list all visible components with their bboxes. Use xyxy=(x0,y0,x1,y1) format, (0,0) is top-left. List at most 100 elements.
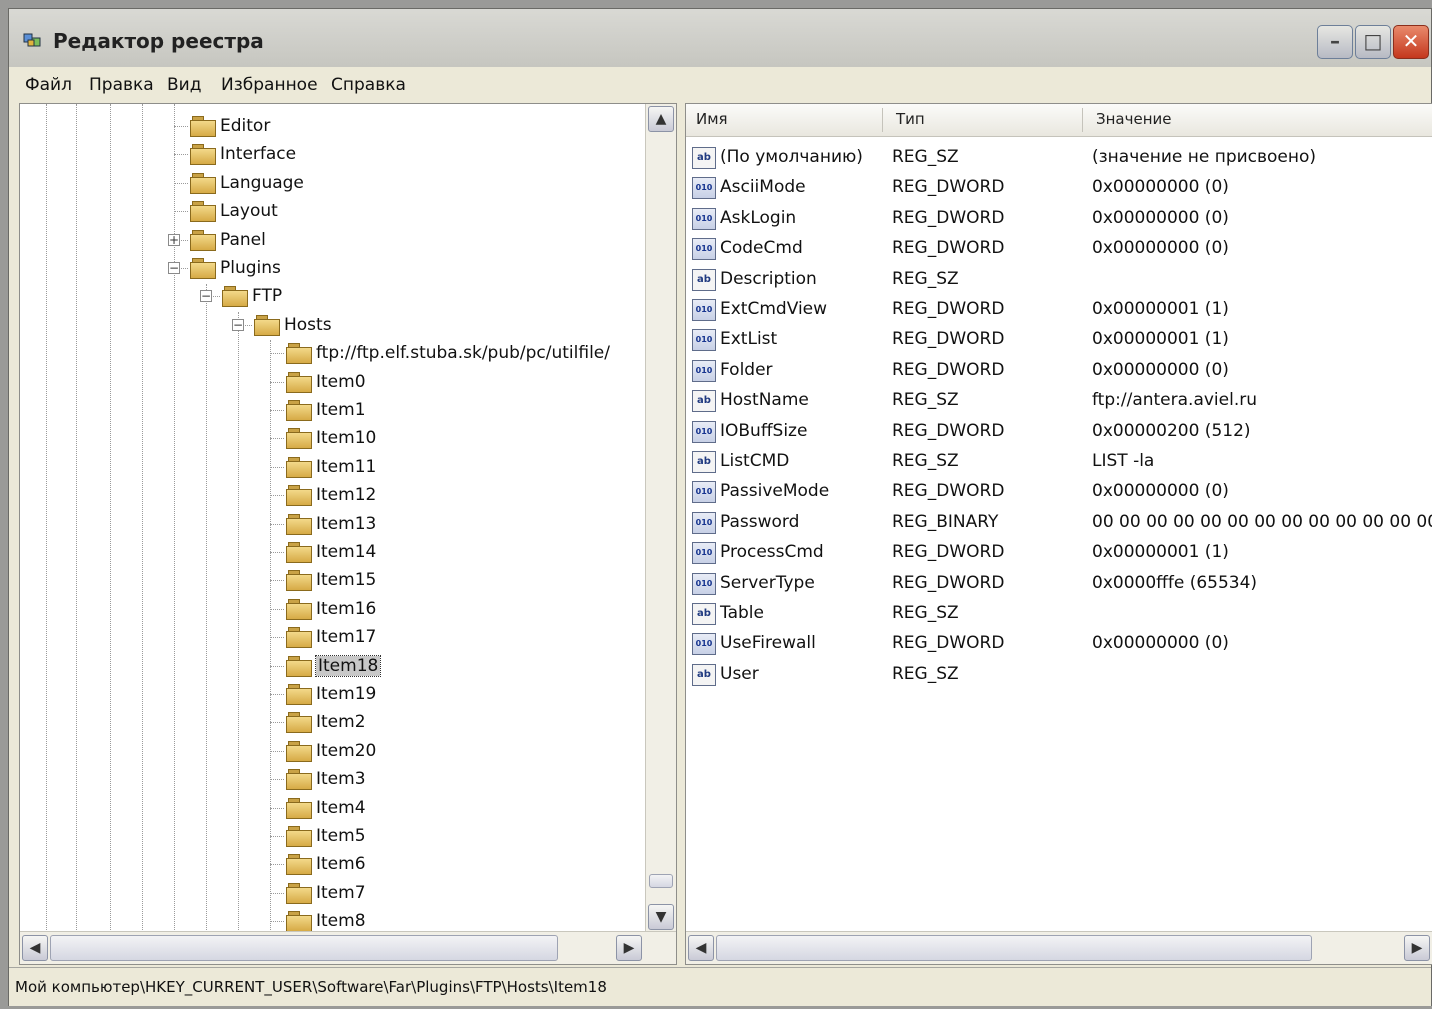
scroll-down-button[interactable]: ▼ xyxy=(648,904,674,930)
column-divider[interactable] xyxy=(882,108,883,132)
tree-item[interactable]: Editor xyxy=(190,112,270,140)
tree-item[interactable]: Item12 xyxy=(286,481,376,509)
folder-icon xyxy=(286,542,312,563)
tree-item[interactable]: Layout xyxy=(190,197,278,225)
scroll-right-button[interactable]: ▶ xyxy=(1404,935,1430,961)
tree-item[interactable]: Item4 xyxy=(286,794,366,822)
values-horizontal-scroll-thumb[interactable] xyxy=(716,935,1312,961)
tree-item[interactable]: Panel xyxy=(190,226,266,254)
chevron-up-icon: ▲ xyxy=(655,111,667,127)
expand-icon[interactable]: + xyxy=(168,233,180,246)
scroll-left-button[interactable]: ◀ xyxy=(22,935,48,961)
folder-icon xyxy=(286,826,312,847)
menu-edit[interactable]: Правка xyxy=(89,75,154,95)
value-row[interactable]: 010 ExtCmdView REG_DWORD 0x00000001 (1) xyxy=(686,296,1432,326)
values-horizontal-scrollbar[interactable]: ◀ ▶ xyxy=(686,931,1432,964)
value-row[interactable]: ab ListCMD REG_SZ LIST -la xyxy=(686,448,1432,478)
tree-item[interactable]: Hosts xyxy=(254,311,332,339)
value-data: 0x00000000 (0) xyxy=(1092,207,1229,228)
column-header-name[interactable]: Имя xyxy=(696,110,728,128)
tree-vertical-scroll-thumb[interactable] xyxy=(649,874,673,888)
value-row[interactable]: 010 IOBuffSize REG_DWORD 0x00000200 (512) xyxy=(686,418,1432,448)
value-row[interactable]: 010 CodeCmd REG_DWORD 0x00000000 (0) xyxy=(686,235,1432,265)
value-type: REG_DWORD xyxy=(892,572,1005,593)
collapse-icon[interactable]: − xyxy=(200,290,212,303)
value-data: LIST -la xyxy=(1092,451,1155,471)
value-data: 0x00000000 (0) xyxy=(1092,481,1229,502)
tree-item[interactable]: ftp://ftp.elf.stuba.sk/pub/pc/utilfile/ xyxy=(286,339,610,367)
scroll-right-button[interactable]: ▶ xyxy=(616,935,642,961)
title-bar[interactable]: Редактор реестра – □ ✕ xyxy=(9,9,1431,68)
value-row[interactable]: 010 AskLogin REG_DWORD 0x00000000 (0) xyxy=(686,205,1432,235)
value-row[interactable]: ab Table REG_SZ xyxy=(686,600,1432,630)
value-row[interactable]: 010 Password REG_BINARY 00 00 00 00 00 00 0… xyxy=(686,509,1432,539)
menu-view[interactable]: Вид xyxy=(167,75,201,95)
folder-icon xyxy=(286,740,312,762)
value-row[interactable]: 010 UseFirewall REG_DWORD 0x00000000 (0) xyxy=(686,630,1432,660)
scroll-left-button[interactable]: ◀ xyxy=(688,935,714,961)
value-type: REG_DWORD xyxy=(892,420,1005,441)
value-row[interactable]: 010 ExtList REG_DWORD 0x00000001 (1) xyxy=(686,326,1432,356)
tree-item[interactable]: Item19 xyxy=(286,680,376,708)
tree-item[interactable]: Item2 xyxy=(286,708,366,736)
tree-item[interactable]: Interface xyxy=(190,140,296,168)
menu-favorites[interactable]: Избранное xyxy=(221,75,318,95)
value-row[interactable]: 010 AsciiMode REG_DWORD 0x00000000 (0) xyxy=(686,174,1432,204)
tree-item[interactable]: Item16 xyxy=(286,595,376,623)
tree-item-label: Item7 xyxy=(316,882,366,903)
close-icon: ✕ xyxy=(1402,29,1420,53)
tree-item[interactable]: Item0 xyxy=(286,368,366,396)
tree-item[interactable]: Item17 xyxy=(286,623,376,651)
tree-item[interactable]: Item6 xyxy=(286,850,366,878)
tree-item[interactable]: Item18 xyxy=(286,652,382,680)
minimize-button[interactable]: – xyxy=(1317,25,1353,59)
tree-item-label: Interface xyxy=(220,144,297,165)
value-row[interactable]: ab (По умолчанию) REG_SZ (значение не присв… xyxy=(686,144,1432,174)
collapse-icon[interactable]: − xyxy=(168,262,180,274)
key-tree-pane[interactable]: Editor Interface Language Layout Panel + Plugi… xyxy=(19,103,677,965)
tree-item-label: Item10 xyxy=(316,428,377,449)
value-data: 0x00000000 (0) xyxy=(1092,633,1229,654)
column-header-value[interactable]: Значение xyxy=(1096,110,1172,128)
registry-editor-window: Редактор реестра – □ ✕ Файл Правка Вид И… xyxy=(8,8,1432,1006)
value-row[interactable]: 010 Folder REG_DWORD 0x00000000 (0) xyxy=(686,357,1432,387)
value-name: AsciiMode xyxy=(720,177,806,198)
value-data: 0x00000200 (512) xyxy=(1092,420,1251,441)
tree-item-label: Item8 xyxy=(316,911,366,932)
tree-item[interactable]: Item1 xyxy=(286,396,366,424)
tree-item-label: Item3 xyxy=(316,769,366,790)
tree-item[interactable]: FTP xyxy=(222,282,282,310)
value-row[interactable]: 010 PassiveMode REG_DWORD 0x00000000 (0) xyxy=(686,478,1432,508)
tree-item[interactable]: Item14 xyxy=(286,538,376,566)
column-divider[interactable] xyxy=(1082,108,1083,132)
tree-item[interactable]: Item10 xyxy=(286,424,376,452)
tree-horizontal-scroll-thumb[interactable] xyxy=(50,935,558,961)
tree-item[interactable]: Plugins xyxy=(190,254,281,282)
value-name: ExtList xyxy=(720,329,778,350)
tree-item[interactable]: Item20 xyxy=(286,737,376,765)
scroll-up-button[interactable]: ▲ xyxy=(648,106,674,132)
tree-item[interactable]: Item13 xyxy=(286,510,376,538)
value-row[interactable]: ab User REG_SZ xyxy=(686,661,1432,691)
value-row[interactable]: 010 ServerType REG_DWORD 0x0000fffe (65534) xyxy=(686,570,1432,600)
column-header-type[interactable]: Тип xyxy=(896,110,925,128)
value-row[interactable]: 010 ProcessCmd REG_DWORD 0x00000001 (1) xyxy=(686,539,1432,569)
close-button[interactable]: ✕ xyxy=(1393,25,1429,59)
menu-help[interactable]: Справка xyxy=(331,75,406,95)
value-row[interactable]: ab Description REG_SZ xyxy=(686,266,1432,296)
values-list-pane[interactable]: Имя Тип Значение ab (По умолчанию) REG_SZ(… xyxy=(685,103,1432,965)
tree-vertical-scrollbar[interactable]: ▲ ▼ xyxy=(645,104,676,934)
tree-horizontal-scrollbar[interactable]: ◀ ▶ xyxy=(20,931,676,964)
collapse-icon[interactable]: − xyxy=(232,318,244,331)
value-row[interactable]: ab HostName REG_SZ ftp://antera.aviel.ru xyxy=(686,387,1432,417)
tree-item[interactable]: Item3 xyxy=(286,765,366,793)
menu-file[interactable]: Файл xyxy=(25,75,72,95)
maximize-button[interactable]: □ xyxy=(1355,25,1391,59)
tree-item[interactable]: Item15 xyxy=(286,566,376,594)
tree-item[interactable]: Item5 xyxy=(286,822,366,850)
tree-item[interactable]: Language xyxy=(190,169,304,197)
binary-value-icon: 010 xyxy=(692,572,716,595)
tree-item[interactable]: Item7 xyxy=(286,879,366,907)
tree-item[interactable]: Item11 xyxy=(286,453,376,481)
folder-icon xyxy=(286,655,312,677)
